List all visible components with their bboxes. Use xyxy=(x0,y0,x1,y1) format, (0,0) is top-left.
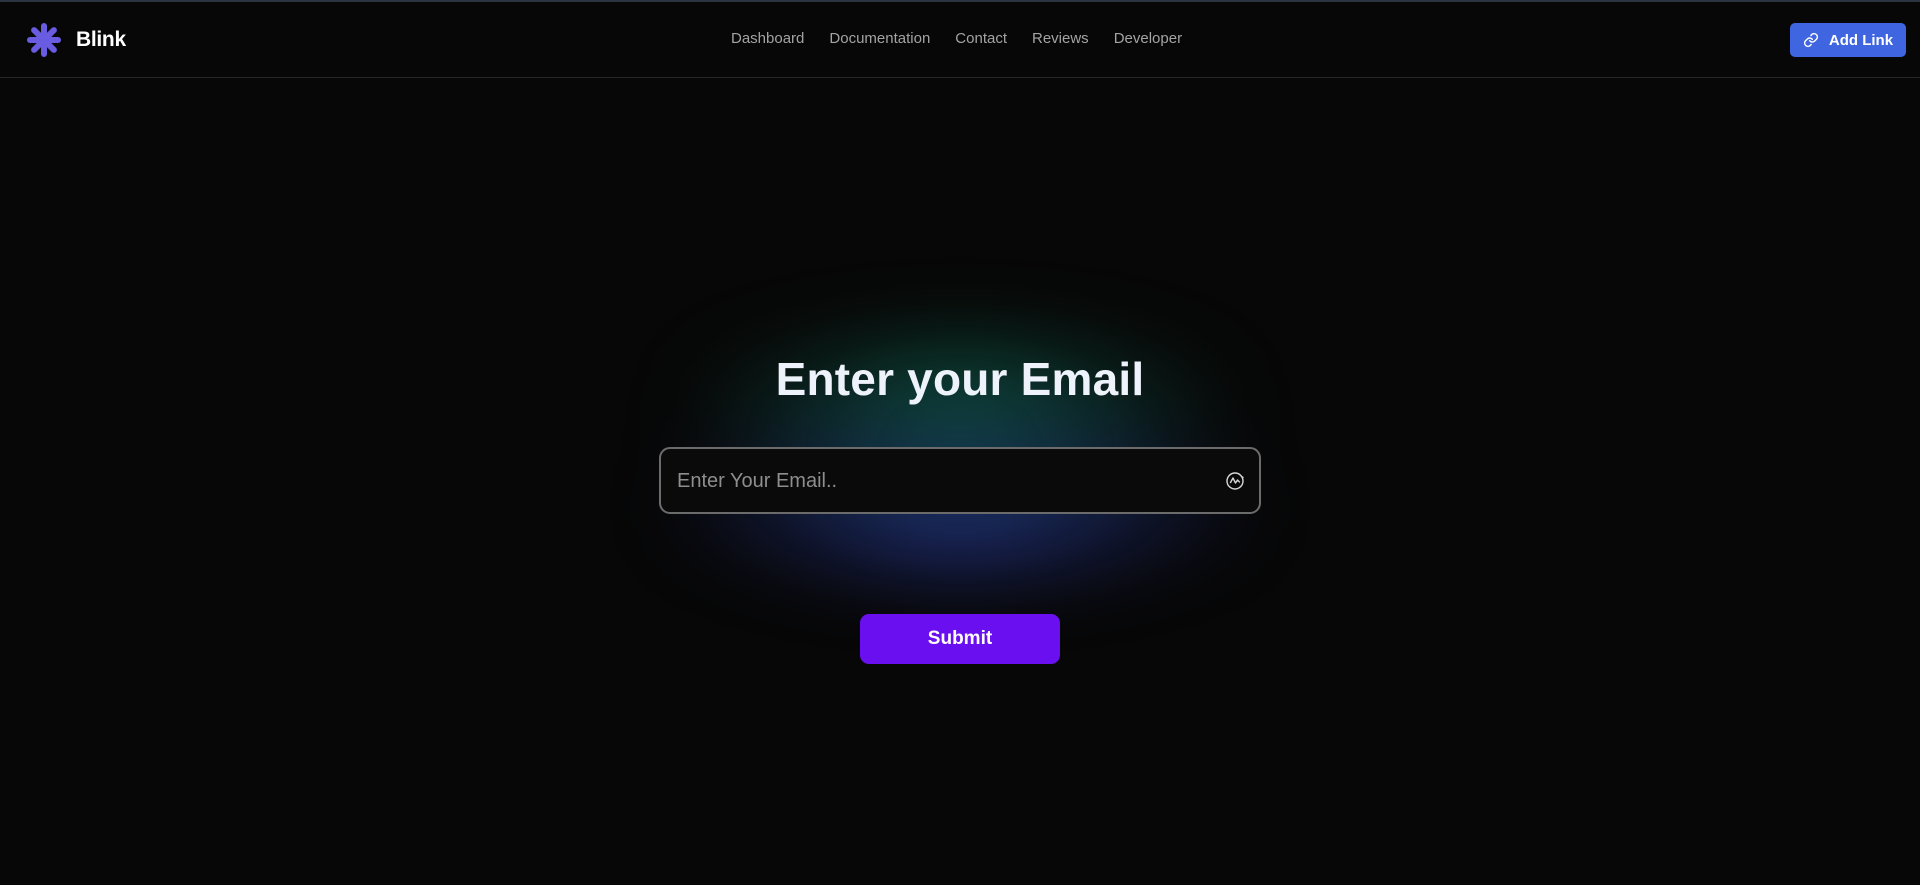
page-title: Enter your Email xyxy=(775,353,1145,405)
nav-item-developer[interactable]: Developer xyxy=(1114,30,1182,47)
link-icon xyxy=(1803,32,1818,48)
brand-name: Blink xyxy=(76,28,126,51)
email-input[interactable] xyxy=(675,449,1219,514)
brand[interactable]: Blink xyxy=(26,22,126,58)
nav-item-contact[interactable]: Contact xyxy=(955,30,1007,47)
main-nav: Dashboard Documentation Contact Reviews … xyxy=(731,30,1182,47)
add-link-label: Add Link xyxy=(1828,31,1894,49)
submit-button[interactable]: Submit xyxy=(860,614,1060,664)
asterisk-icon xyxy=(27,23,61,57)
autofill-icon[interactable] xyxy=(1225,471,1245,491)
nav-item-dashboard[interactable]: Dashboard xyxy=(731,30,804,47)
nav-item-reviews[interactable]: Reviews xyxy=(1032,30,1089,47)
page: Blink Dashboard Documentation Contact Re… xyxy=(0,0,1920,885)
email-field-container xyxy=(659,447,1261,514)
top-navbar: Blink Dashboard Documentation Contact Re… xyxy=(0,2,1920,78)
add-link-button[interactable]: Add Link xyxy=(1790,23,1906,57)
nav-item-documentation[interactable]: Documentation xyxy=(829,30,930,47)
